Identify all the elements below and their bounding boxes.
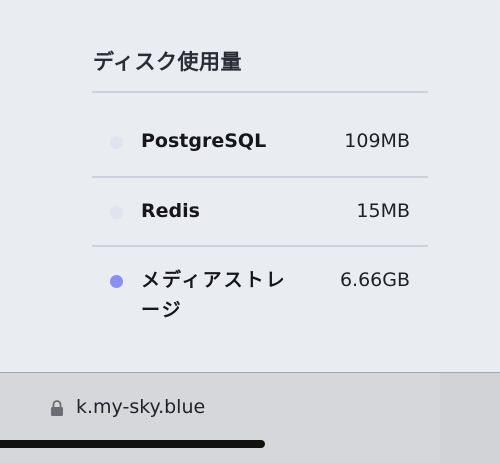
home-indicator — [0, 440, 265, 448]
section-title: ディスク使用量 — [93, 50, 243, 74]
item-size: 6.66GB — [339, 269, 410, 291]
item-label: Redis — [141, 200, 200, 222]
item-label: PostgreSQL — [141, 130, 267, 152]
item-size: 15MB — [356, 200, 410, 222]
legend-dot-media-storage — [110, 275, 123, 288]
row-divider — [92, 245, 428, 247]
url-text[interactable]: k.my-sky.blue — [76, 396, 205, 418]
list-item-media-storage: メディアストレージ 6.66GB — [92, 262, 428, 332]
row-divider — [92, 176, 428, 178]
lock-icon — [51, 400, 63, 416]
browser-address-bar[interactable]: k.my-sky.blue — [0, 372, 500, 463]
header-divider — [92, 91, 428, 93]
legend-dot-redis — [110, 206, 123, 219]
disk-usage-panel: ディスク使用量 PostgreSQL 109MB Redis 15MB メディア… — [0, 0, 500, 372]
list-item-postgresql: PostgreSQL 109MB — [92, 120, 428, 176]
item-label: メディアストレージ — [141, 269, 287, 321]
item-size: 109MB — [344, 130, 410, 152]
address-field[interactable] — [0, 373, 440, 463]
legend-dot-postgresql — [110, 136, 123, 149]
list-item-redis: Redis 15MB — [92, 190, 428, 246]
